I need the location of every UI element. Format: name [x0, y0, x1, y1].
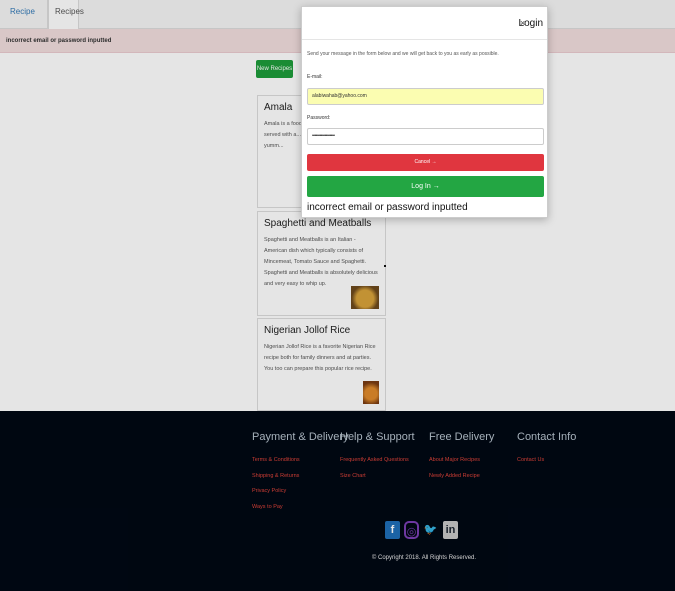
modal-header: × Login — [302, 7, 547, 40]
password-field[interactable]: •••••••••••••••••• — [307, 128, 544, 145]
modal-title: Login — [518, 18, 543, 29]
cancel-button[interactable]: Cancel → — [307, 154, 544, 171]
login-error-message: incorrect email or password inputted — [307, 202, 468, 213]
email-label: E-mail: — [307, 74, 323, 80]
login-modal: × Login Send your message in the form be… — [301, 6, 548, 218]
password-label: Password: — [307, 115, 331, 121]
login-button[interactable]: Log In → — [307, 176, 544, 197]
modal-description: Send your message in the form below and … — [307, 51, 499, 57]
email-field[interactable]: alabiwahab@yahoo.com — [307, 88, 544, 105]
